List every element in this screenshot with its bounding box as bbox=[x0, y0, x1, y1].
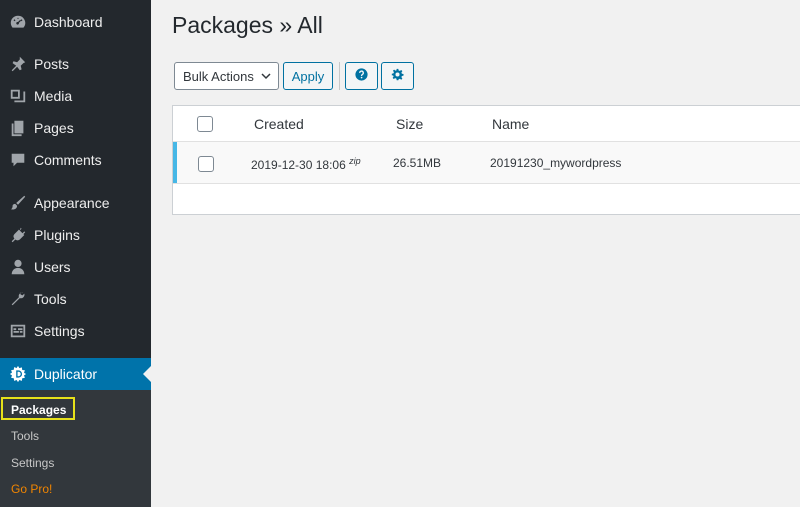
sidebar-item-plugins[interactable]: Plugins bbox=[0, 219, 151, 251]
cell-name[interactable]: 20191230_mywordpress bbox=[490, 156, 621, 170]
toolbar-divider bbox=[339, 62, 340, 90]
column-header-created[interactable]: Created bbox=[254, 116, 304, 132]
sidebar-item-label: Media bbox=[34, 88, 73, 104]
gear-icon bbox=[391, 68, 404, 84]
sidebar-item-pages[interactable]: Pages bbox=[0, 112, 151, 144]
wrench-icon bbox=[8, 289, 28, 309]
media-icon bbox=[8, 86, 28, 106]
admin-sidebar: Dashboard Posts Media Pages Comments App… bbox=[0, 0, 151, 507]
table-header: Created Size Name bbox=[173, 106, 800, 142]
column-header-size[interactable]: Size bbox=[396, 116, 423, 132]
sidebar-item-duplicator[interactable]: Duplicator bbox=[0, 358, 151, 390]
sidebar-item-label: Comments bbox=[34, 152, 102, 168]
highlight-box bbox=[1, 397, 75, 420]
submenu-item-go-pro[interactable]: Go Pro! bbox=[11, 482, 52, 496]
settings-icon bbox=[8, 321, 28, 341]
sidebar-item-posts[interactable]: Posts bbox=[0, 48, 151, 80]
sidebar-item-dashboard[interactable]: Dashboard bbox=[0, 6, 151, 38]
pin-icon bbox=[8, 54, 28, 74]
settings-button[interactable] bbox=[381, 62, 414, 90]
created-date: 2019-12-30 18:06 bbox=[251, 158, 346, 172]
sidebar-item-label: Plugins bbox=[34, 227, 80, 243]
package-type: zip bbox=[349, 156, 361, 166]
page-title: Packages » All bbox=[172, 12, 323, 38]
chevron-down-icon bbox=[260, 70, 272, 82]
packages-table: Created Size Name 2019-12-30 18:06 zip 2… bbox=[172, 105, 800, 215]
bulk-actions-label: Bulk Actions bbox=[183, 68, 254, 84]
sidebar-item-appearance[interactable]: Appearance bbox=[0, 187, 151, 219]
sidebar-item-comments[interactable]: Comments bbox=[0, 144, 151, 176]
table-row: 2019-12-30 18:06 zip 26.51MB 20191230_my… bbox=[173, 142, 800, 184]
sidebar-item-label: Tools bbox=[34, 291, 67, 307]
sidebar-item-settings[interactable]: Settings bbox=[0, 315, 151, 347]
row-accent bbox=[173, 142, 177, 183]
active-indicator bbox=[143, 366, 151, 382]
sidebar-item-tools[interactable]: Tools bbox=[0, 283, 151, 315]
submenu-item-settings[interactable]: Settings bbox=[11, 456, 54, 470]
cell-created: 2019-12-30 18:06 zip bbox=[251, 156, 361, 172]
bulk-actions-select[interactable]: Bulk Actions bbox=[174, 62, 279, 90]
dashboard-icon bbox=[8, 12, 28, 32]
brush-icon bbox=[8, 193, 28, 213]
sidebar-item-media[interactable]: Media bbox=[0, 80, 151, 112]
cell-size: 26.51MB bbox=[393, 156, 442, 170]
sidebar-item-label: Pages bbox=[34, 120, 74, 136]
comment-icon bbox=[8, 150, 28, 170]
sidebar-item-label: Posts bbox=[34, 56, 70, 72]
question-icon bbox=[355, 68, 368, 84]
submenu-item-tools[interactable]: Tools bbox=[11, 429, 39, 443]
sidebar-item-label: Settings bbox=[34, 323, 85, 339]
sidebar-item-label: Users bbox=[34, 259, 71, 275]
pages-icon bbox=[8, 118, 28, 138]
help-button[interactable] bbox=[345, 62, 378, 90]
sidebar-item-label: Duplicator bbox=[34, 366, 98, 382]
column-header-name[interactable]: Name bbox=[492, 116, 529, 132]
apply-button[interactable]: Apply bbox=[283, 62, 333, 90]
sidebar-item-label: Appearance bbox=[34, 195, 110, 211]
user-icon bbox=[8, 257, 28, 277]
duplicator-icon bbox=[8, 364, 28, 384]
plug-icon bbox=[8, 225, 28, 245]
select-all-checkbox[interactable] bbox=[197, 116, 213, 132]
row-checkbox[interactable] bbox=[198, 156, 214, 172]
sidebar-item-users[interactable]: Users bbox=[0, 251, 151, 283]
sidebar-item-label: Dashboard bbox=[34, 14, 103, 30]
